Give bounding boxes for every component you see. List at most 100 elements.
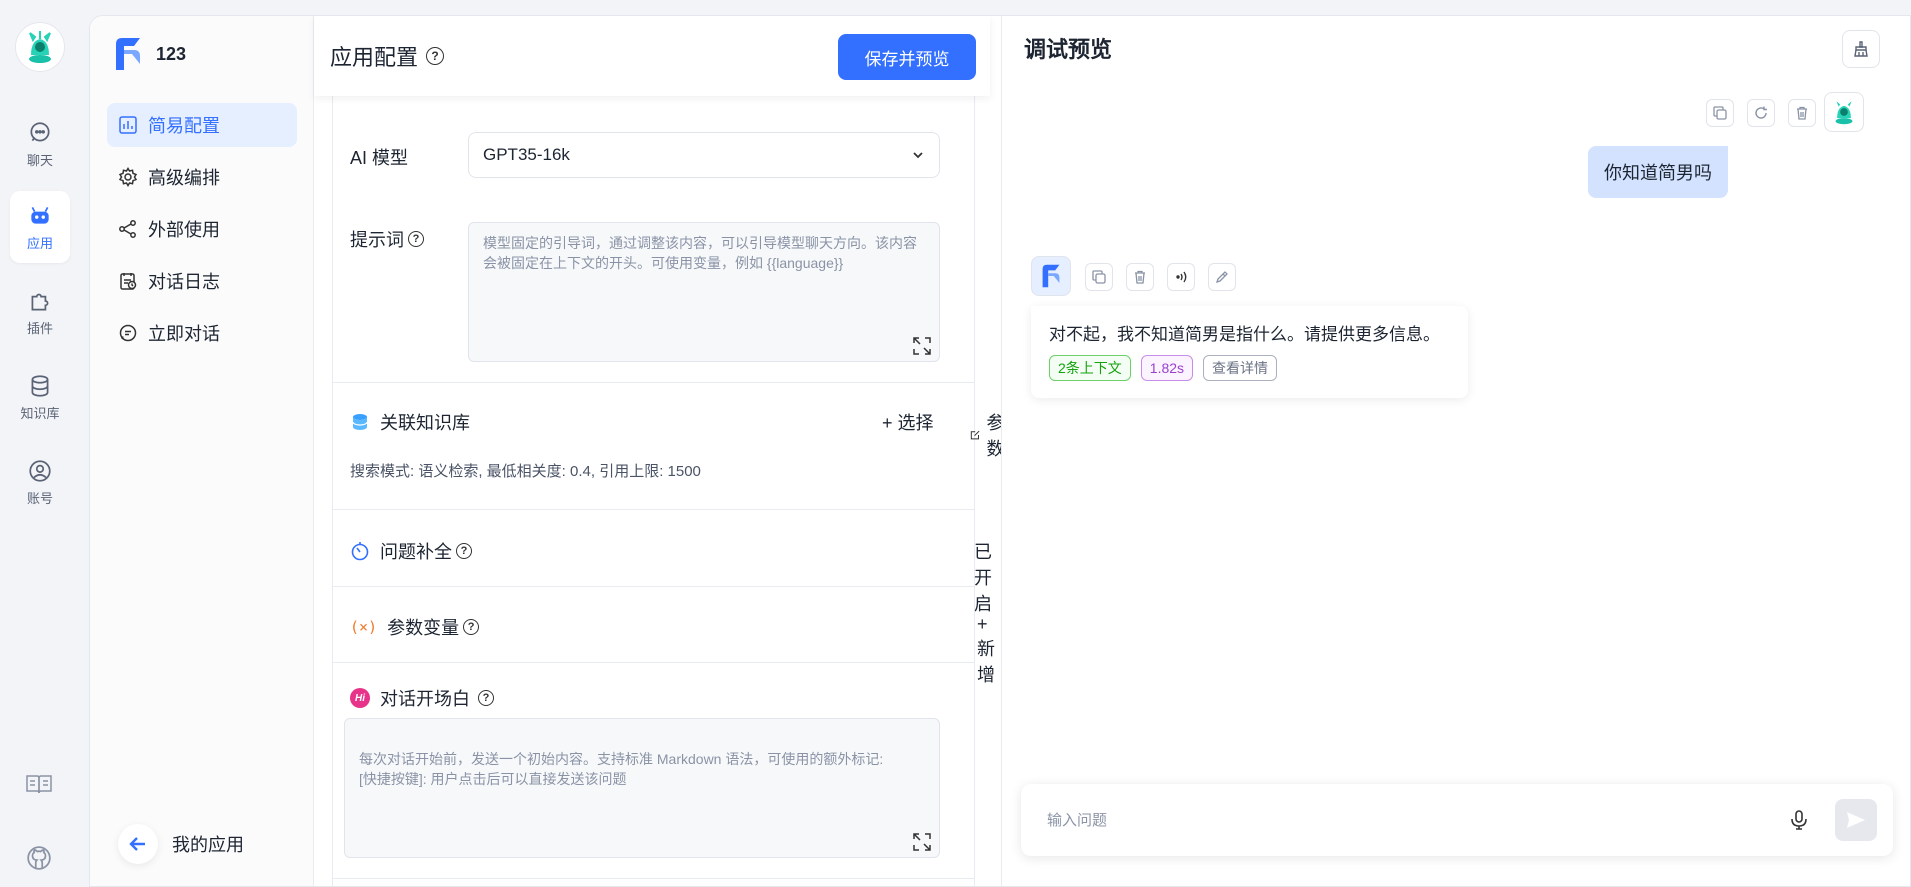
- copy-icon: [1713, 106, 1727, 120]
- knowledge-select-button[interactable]: + 选择: [882, 409, 934, 435]
- send-icon: [1847, 812, 1865, 828]
- knowledge-icon: [352, 414, 368, 430]
- view-details-tag[interactable]: 查看详情: [1203, 355, 1278, 381]
- opening-help-icon[interactable]: ?: [478, 690, 494, 706]
- chat-icon: [30, 121, 50, 141]
- menu-item-simple-config[interactable]: 简易配置: [107, 103, 297, 147]
- question-complete-help-icon[interactable]: ?: [456, 543, 472, 559]
- read-aloud-button[interactable]: [1167, 263, 1195, 291]
- variables-add-button[interactable]: + 新增: [977, 614, 1000, 687]
- rail-label-apps: 应用: [26, 235, 53, 251]
- regenerate-button[interactable]: [1747, 99, 1775, 127]
- rail-item-knowledge[interactable]: 知识库: [10, 361, 70, 433]
- menu-label: 简易配置: [148, 116, 220, 136]
- edit-ai-message-button[interactable]: [1208, 263, 1236, 291]
- chat-input-bar: [1021, 784, 1893, 856]
- menu-item-chat-now[interactable]: 立即对话: [107, 311, 297, 355]
- divider: [332, 382, 975, 383]
- menu-label: 对话日志: [148, 272, 220, 292]
- opening-textarea[interactable]: 每次对话开始前，发送一个初始内容。支持标准 Markdown 语法，可使用的额外…: [344, 718, 940, 858]
- menu-item-logs[interactable]: 对话日志: [107, 259, 297, 303]
- preview-title: 调试预览: [1024, 37, 1113, 62]
- question-input[interactable]: [1047, 811, 1787, 829]
- question-complete-label-row: 问题补全 ?: [380, 538, 472, 564]
- expand-icon[interactable]: [911, 335, 933, 357]
- microphone-icon[interactable]: [1787, 808, 1811, 832]
- variables-label-row: 参数变量 ?: [387, 614, 480, 640]
- delete-ai-message-button[interactable]: [1126, 263, 1154, 291]
- app-sidebar: 123 简易配置 高级编排 外部使用 对话日志 立即对话 我的应用: [90, 16, 314, 886]
- menu-item-external[interactable]: 外部使用: [107, 207, 297, 251]
- knowledge-title: 关联知识库: [380, 413, 470, 433]
- log-icon: [120, 273, 137, 290]
- share-icon: [119, 220, 136, 238]
- timer-icon: [351, 542, 369, 561]
- knowledge-select-label: + 选择: [882, 413, 934, 433]
- rail-item-apps[interactable]: 应用: [10, 191, 70, 263]
- question-complete-title: 问题补全 ?: [350, 538, 472, 564]
- gear-icon: [118, 167, 138, 187]
- delete-message-button[interactable]: [1788, 99, 1816, 127]
- model-select[interactable]: GPT35-16k: [468, 132, 940, 178]
- edit-icon: [970, 430, 980, 440]
- puzzle-icon: [31, 293, 49, 311]
- back-arrow-icon[interactable]: [118, 824, 158, 864]
- opening-title: Hi 对话开场白 ?: [350, 685, 494, 711]
- variables-help-icon[interactable]: ?: [463, 619, 480, 635]
- rail-label-chat: 聊天: [26, 152, 53, 168]
- my-apps-link[interactable]: 我的应用: [118, 824, 244, 864]
- user-icon: [29, 459, 51, 482]
- user-avatar-icon: [1835, 101, 1853, 125]
- app-frame: 123 简易配置 高级编排 外部使用 对话日志 立即对话 我的应用 应用配置 ?…: [89, 15, 1911, 887]
- rail-label-plugins: 插件: [26, 320, 53, 336]
- context-count-tag[interactable]: 2条上下文: [1049, 355, 1131, 381]
- ai-logo-icon: [1042, 264, 1060, 288]
- github-icon[interactable]: [22, 841, 56, 875]
- opening-label: 对话开场白: [380, 689, 470, 709]
- user-message-text: 你知道简男吗: [1604, 163, 1712, 183]
- trash-icon: [1135, 270, 1145, 284]
- rail-item-chat[interactable]: 聊天: [10, 108, 70, 180]
- clear-chat-button[interactable]: [1842, 30, 1880, 68]
- ai-message-text: 对不起，我不知道简男是指什么。请提供更多信息。: [1049, 325, 1440, 344]
- refresh-icon: [1755, 106, 1767, 119]
- prompt-textarea[interactable]: 模型固定的引导词，通过调整该内容，可以引导模型聊天方向。该内容会被固定在上下文的…: [468, 222, 940, 362]
- prompt-label-row: 提示词 ?: [350, 226, 424, 252]
- ai-message-bubble: 对不起，我不知道简男是指什么。请提供更多信息。 2条上下文 1.82s 查看详情: [1031, 306, 1468, 398]
- config-header: 应用配置 ? 保存并预览: [314, 16, 990, 96]
- prompt-help-icon[interactable]: ?: [408, 231, 424, 247]
- menu-label: 高级编排: [148, 168, 220, 188]
- preview-panel: 调试预览 你知道简男吗 对不起，我不知道简男是指什么。请提供更多信息。 2条上下…: [1001, 16, 1910, 886]
- question-complete-status-label: 已开启: [974, 542, 992, 614]
- send-button[interactable]: [1835, 799, 1877, 841]
- response-time-tag: 1.82s: [1140, 355, 1194, 381]
- ai-message-avatar: [1031, 256, 1071, 296]
- help-icon[interactable]: ?: [426, 47, 445, 65]
- question-complete-status[interactable]: 已开启: [974, 538, 1000, 616]
- copy-ai-message-button[interactable]: [1085, 263, 1113, 291]
- chart-icon: [119, 116, 137, 134]
- nav-rail: 聊天 应用 插件 知识库 账号: [0, 0, 80, 887]
- config-panel: 应用配置 ? 保存并预览 AI 模型 GPT35-16k 提示词 ? 模型固定的…: [314, 16, 1004, 886]
- expand-icon[interactable]: [911, 831, 933, 853]
- book-icon[interactable]: [22, 767, 56, 801]
- pencil-icon: [1215, 271, 1228, 284]
- opening-placeholder: 每次对话开始前，发送一个初始内容。支持标准 Markdown 语法，可使用的额外…: [359, 751, 884, 787]
- broom-icon: [1854, 41, 1868, 57]
- divider: [332, 586, 975, 587]
- robot-icon: [31, 206, 49, 224]
- menu-item-advanced[interactable]: 高级编排: [107, 155, 297, 199]
- model-label: AI 模型: [350, 148, 409, 168]
- prompt-placeholder: 模型固定的引导词，通过调整该内容，可以引导模型聊天方向。该内容会被固定在上下文的…: [483, 235, 917, 271]
- variables-title: (×) 参数变量 ?: [350, 614, 480, 640]
- save-preview-button[interactable]: 保存并预览: [838, 34, 976, 80]
- divider: [332, 509, 975, 510]
- copy-user-message-button[interactable]: [1706, 99, 1734, 127]
- opening-label-row: 对话开场白 ?: [380, 685, 494, 711]
- chevron-down-icon: [913, 152, 923, 159]
- user-avatar-icon[interactable]: [15, 22, 65, 72]
- rail-item-account[interactable]: 账号: [10, 446, 70, 518]
- copy-icon: [1092, 270, 1106, 284]
- rail-item-plugins[interactable]: 插件: [10, 276, 70, 348]
- divider: [332, 662, 975, 663]
